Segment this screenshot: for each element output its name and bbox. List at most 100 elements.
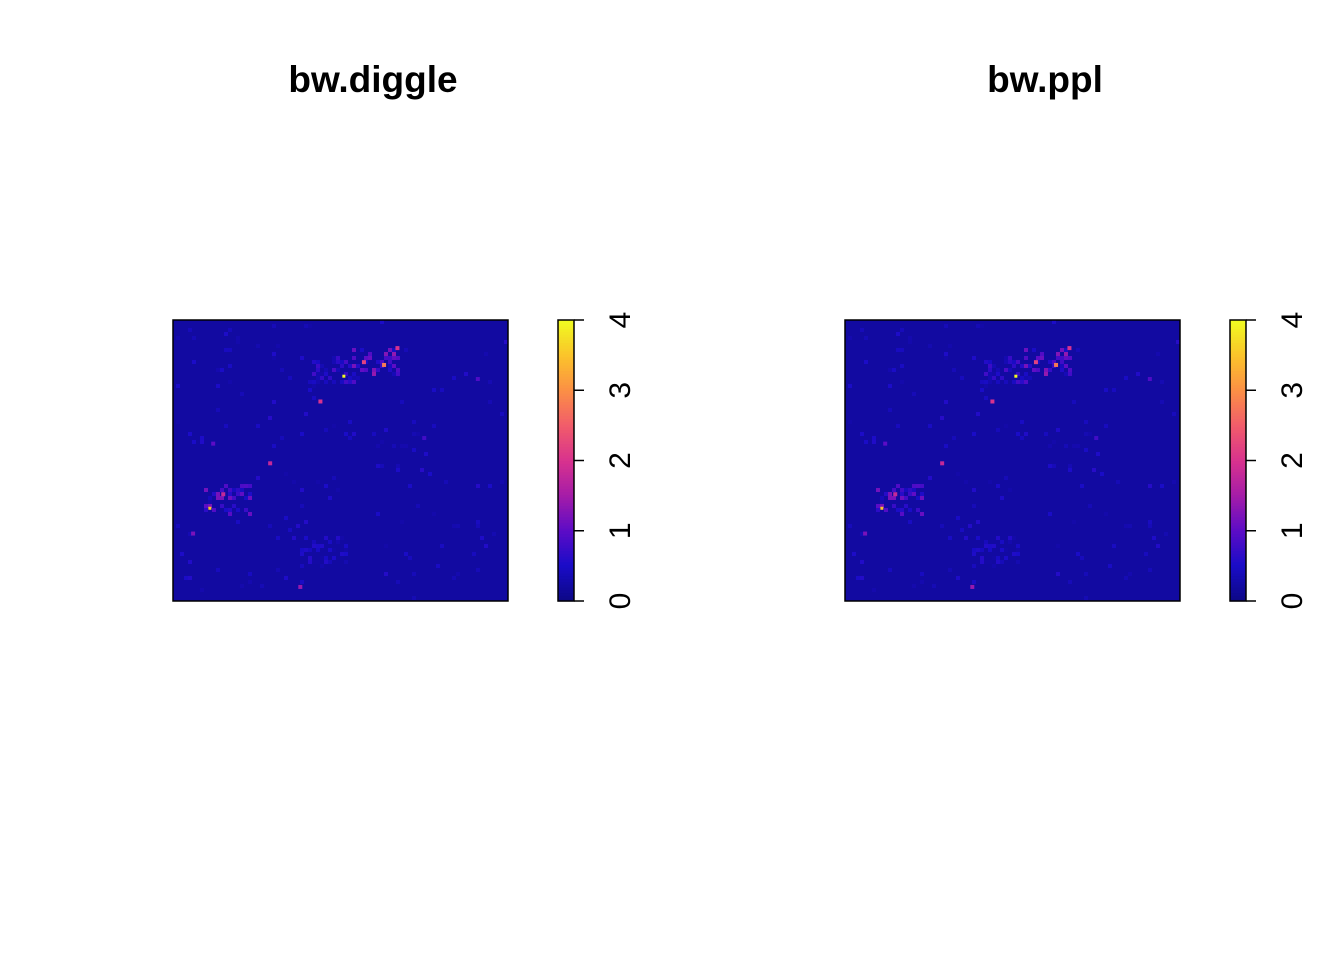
heatmap-cell: [360, 368, 364, 372]
heatmap-cell: [236, 336, 240, 340]
heatmap-cell: [1116, 480, 1120, 484]
heatmap-cell: [864, 360, 868, 364]
heatmap-cell: [980, 556, 984, 560]
heatmap-cell: [1000, 548, 1004, 552]
heatmap-cell: [304, 412, 308, 416]
heatmap-cell: [888, 496, 892, 500]
heatmap-cell: [932, 584, 936, 588]
heatmap-cell: [996, 428, 1000, 432]
heatmap-cell: [220, 368, 224, 372]
heatmap-cell: [1084, 432, 1088, 436]
heatmap-cell: [312, 380, 316, 384]
heatmap-cell: [276, 536, 280, 540]
heatmap-cell: [476, 484, 480, 488]
heatmap-cell: [992, 564, 996, 568]
heatmap-cell: [972, 356, 976, 360]
heatmap-cell: [300, 552, 304, 556]
heatmap-cell: [904, 504, 908, 508]
heatmap-cell: [452, 376, 456, 380]
heatmap-cell: [916, 484, 920, 488]
heatmap-cell: [920, 492, 924, 496]
heatmap-cell: [1076, 552, 1080, 556]
heatmap-cell: [344, 560, 348, 564]
heatmap-cell: [1044, 432, 1048, 436]
heatmap-cell: [368, 352, 372, 356]
heatmap-cell: [1056, 572, 1060, 576]
heatmap-cell: [960, 376, 964, 380]
heatmap-cell: [500, 480, 504, 484]
heatmap-cell: [1060, 356, 1064, 360]
heatmap-hotspot: [970, 584, 975, 589]
heatmap-cell: [376, 464, 380, 468]
heatmap-cell: [344, 548, 348, 552]
heatmap-cell: [860, 328, 864, 332]
heatmap-cell: [228, 488, 232, 492]
heatmap-cell: [912, 484, 916, 488]
heatmap-cell: [388, 364, 392, 368]
heatmap-cell: [232, 496, 236, 500]
heatmap-cell: [888, 492, 892, 496]
heatmap-cell: [1052, 440, 1056, 444]
heatmap-cell: [1000, 540, 1004, 544]
heatmap-cell: [1172, 412, 1176, 416]
heatmap-cell: [316, 380, 320, 384]
heatmap-cell: [336, 564, 340, 568]
heatmap-cell: [984, 372, 988, 376]
heatmap-cell: [896, 508, 900, 512]
heatmap-cell: [376, 368, 380, 372]
heatmap-cell: [900, 496, 904, 500]
heatmap-cell: [340, 364, 344, 368]
heatmap-cell: [1012, 536, 1016, 540]
heatmap-cell: [320, 544, 324, 548]
heatmap-cell: [492, 532, 496, 536]
heatmap-cell: [312, 360, 316, 364]
heatmap-cell: [908, 488, 912, 492]
heatmap-cell: [188, 432, 192, 436]
heatmap-cell: [224, 348, 228, 352]
heatmap-cell: [1004, 476, 1008, 480]
heatmap-cell: [396, 372, 400, 376]
heatmap-cell: [888, 368, 892, 372]
heatmap-cell: [200, 440, 204, 444]
heatmap-cell: [420, 468, 424, 472]
heatmap-cell: [316, 372, 320, 376]
heatmap-cell: [248, 484, 252, 488]
heatmap-cell: [288, 376, 292, 380]
heatmap-cell: [1056, 356, 1060, 360]
heatmap-cell: [184, 576, 188, 580]
heatmap-cell: [216, 384, 220, 388]
heatmap-cell: [228, 492, 232, 496]
heatmap-cell: [316, 360, 320, 364]
heatmap-cell: [1028, 364, 1032, 368]
heatmap-cell: [208, 496, 212, 500]
figure-canvas: bw.diggle 0 1 2 3 4 bw.ppl 0 1 2 3 4: [172, 59, 1309, 610]
heatmap-cell: [316, 368, 320, 372]
heatmap-cell: [300, 564, 304, 568]
heatmap-cell: [396, 580, 400, 584]
heatmap-cell: [1072, 400, 1076, 404]
heatmap-cell: [1068, 372, 1072, 376]
heatmap-cell: [912, 488, 916, 492]
heatmap-cell: [1172, 480, 1176, 484]
heatmap-cell: [256, 344, 260, 348]
heatmap-cell: [192, 360, 196, 364]
heatmap-cell: [408, 484, 412, 488]
heatmap-cell: [324, 560, 328, 564]
heatmap-cell: [348, 380, 352, 384]
colorbar-tick-label: 3: [604, 382, 637, 399]
heatmap-cell: [352, 372, 356, 376]
heatmap-cell: [232, 504, 236, 508]
heatmap-cell: [204, 508, 208, 512]
heatmap-cell: [344, 556, 348, 560]
heatmap-cell: [1104, 512, 1108, 516]
heatmap-cell: [416, 504, 420, 508]
heatmap-cell: [412, 596, 416, 600]
heatmap-cell: [1052, 464, 1056, 468]
heatmap-cell: [416, 432, 420, 436]
heatmap-cell: [308, 560, 312, 564]
heatmap-cell: [440, 388, 444, 392]
colorbar-tick-label: 0: [604, 593, 637, 610]
heatmap-cell: [900, 488, 904, 492]
heatmap-cell: [1024, 364, 1028, 368]
heatmap-cell: [316, 544, 320, 548]
